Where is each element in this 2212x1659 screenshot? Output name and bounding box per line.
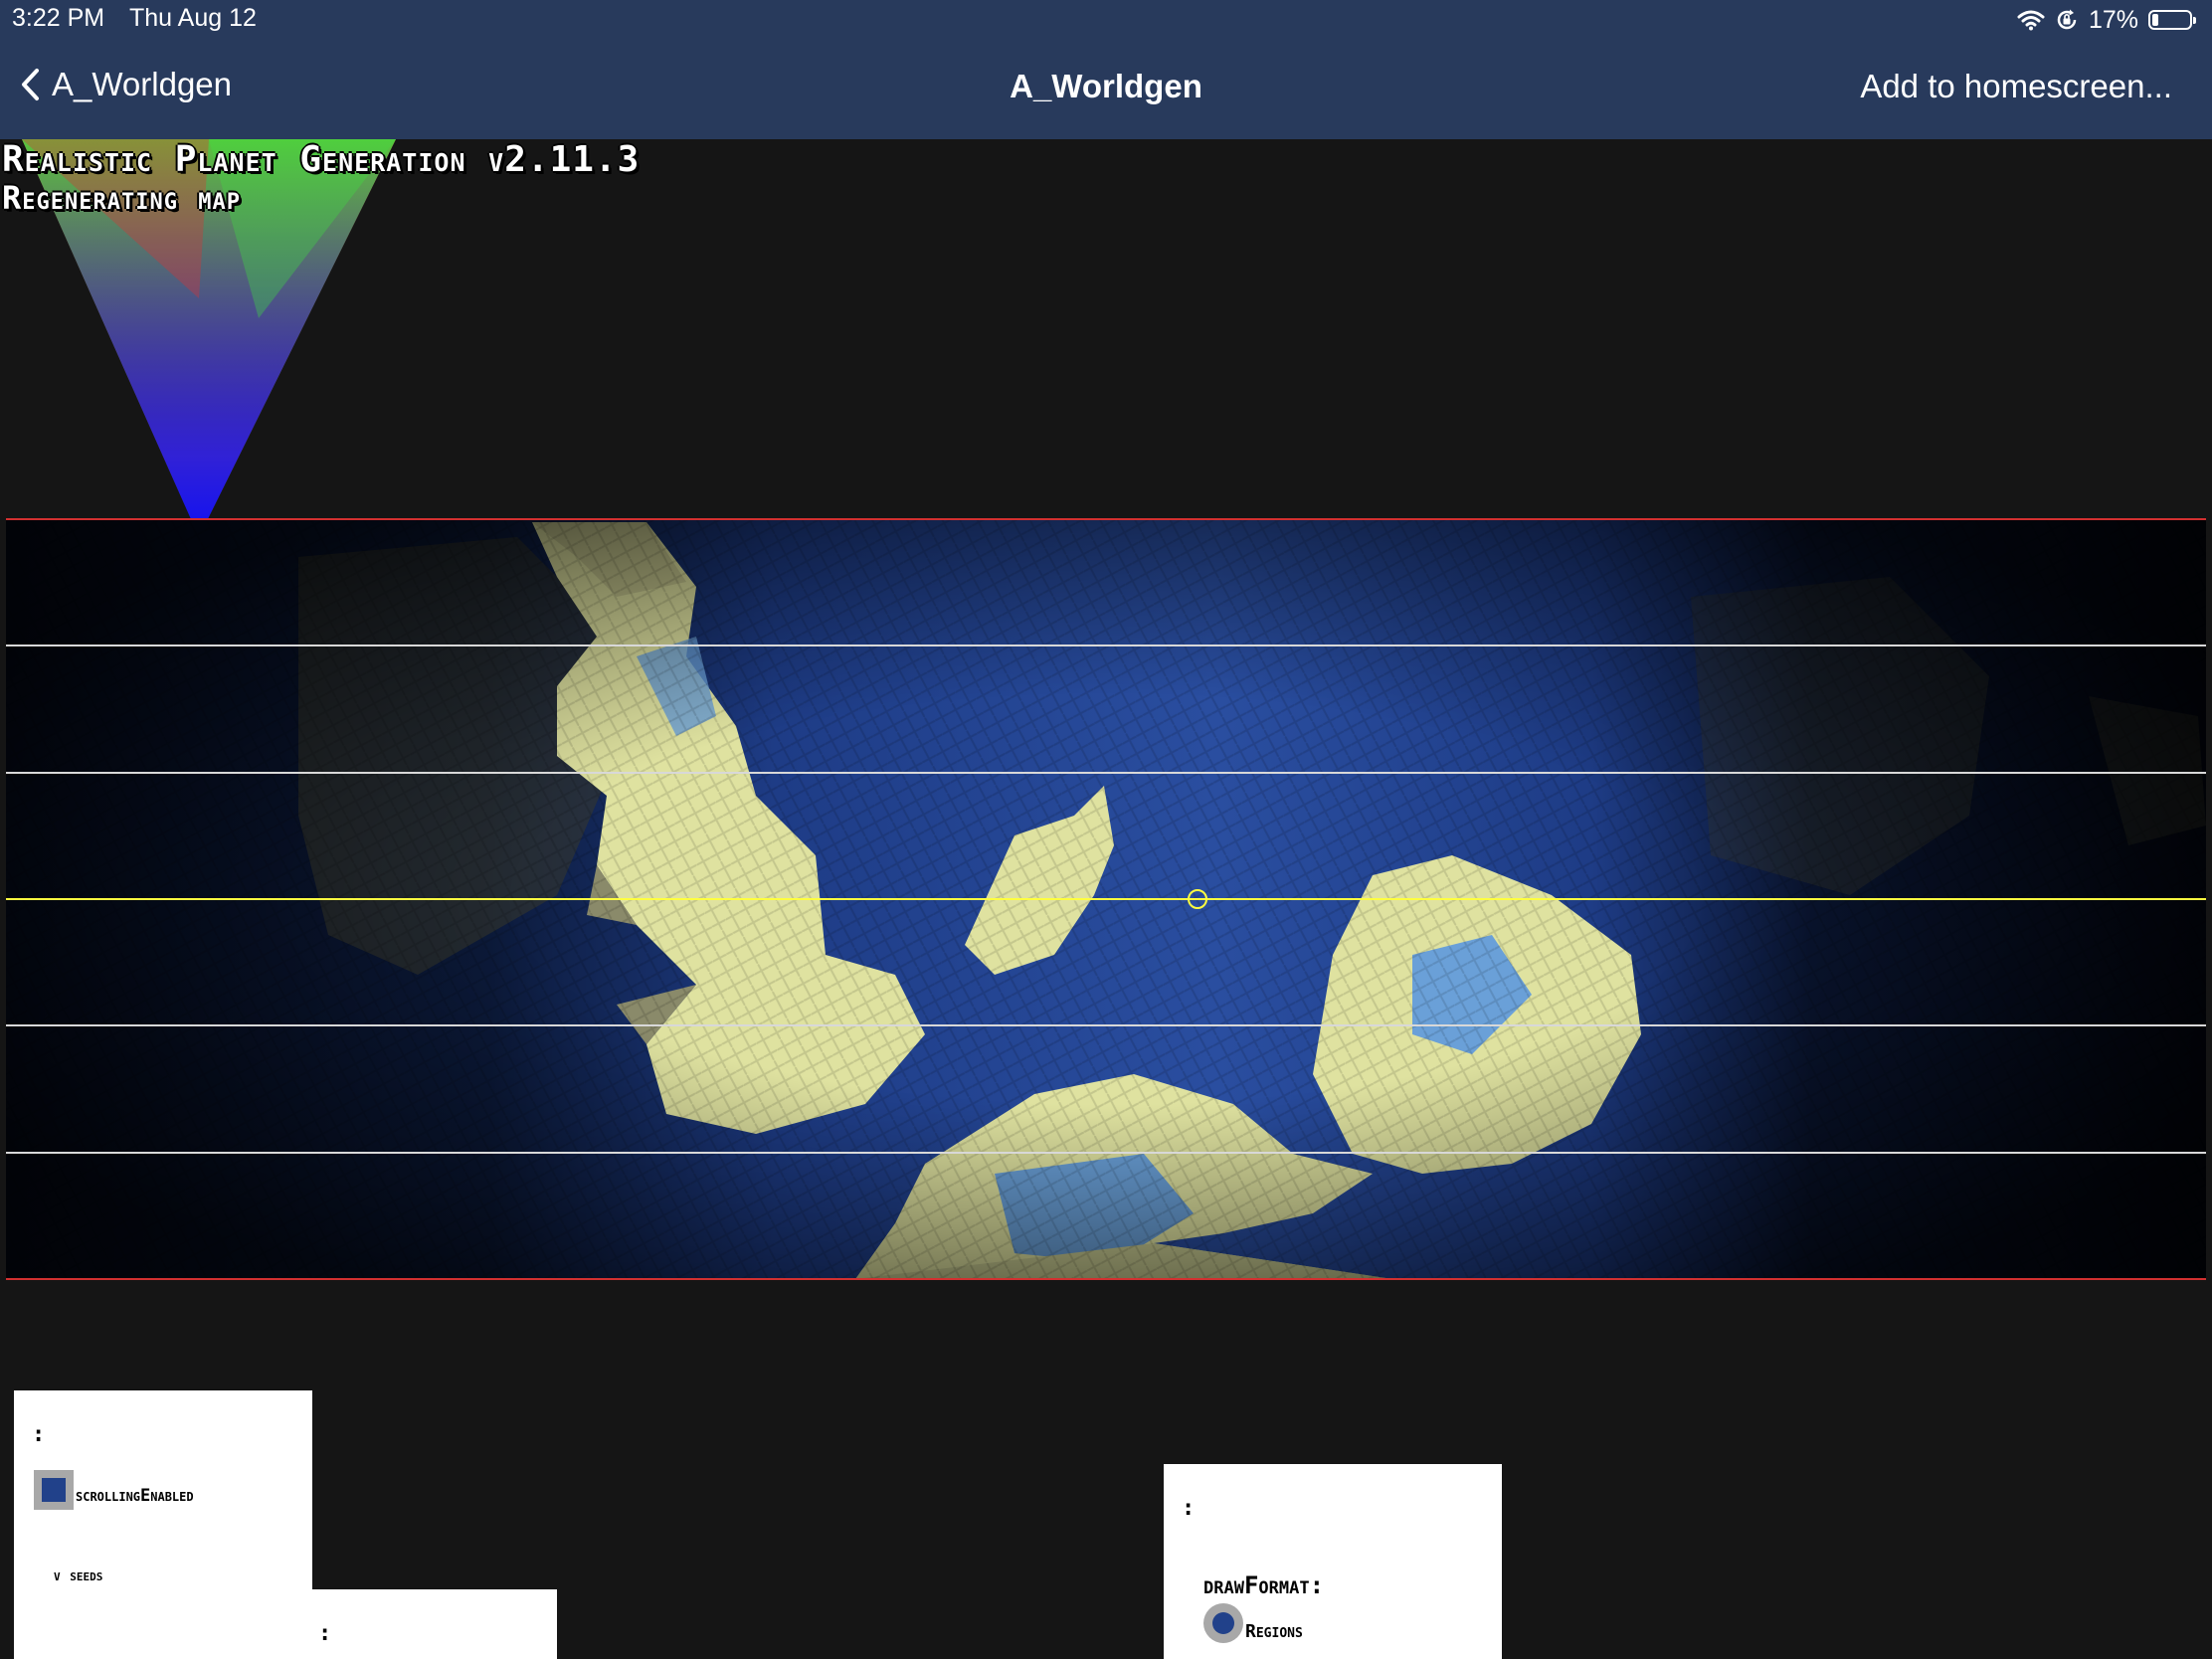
status-indicators: 17% bbox=[2017, 4, 2196, 36]
seeds-toggle[interactable]: v seeds bbox=[54, 1566, 102, 1584]
settings-panel-left: : scrollingEnabled v seeds bbox=[14, 1390, 312, 1659]
battery-icon bbox=[2148, 10, 2196, 30]
draw-format-label: drawFormat: bbox=[1203, 1571, 1325, 1599]
wifi-icon bbox=[2017, 10, 2045, 31]
settings-panel-right: : drawFormat: Regions bbox=[1164, 1464, 1502, 1659]
settings-panel-left-sub: : bbox=[312, 1589, 557, 1659]
regions-label: Regions bbox=[1245, 1621, 1303, 1642]
panel-colon: : bbox=[1182, 1496, 1196, 1521]
battery-percent: 17% bbox=[2088, 5, 2138, 34]
orientation-lock-icon bbox=[2057, 9, 2077, 30]
add-to-homescreen-button[interactable]: Add to homescreen... bbox=[1860, 68, 2172, 105]
checkbox-checked-mark bbox=[42, 1478, 66, 1502]
app-header: 3:22 PM Thu Aug 12 17% A_Worldgen A_Worl… bbox=[0, 0, 2212, 139]
regions-radio[interactable] bbox=[1203, 1603, 1243, 1643]
status-time: 3:22 PM bbox=[12, 4, 105, 32]
world-map-canvas[interactable] bbox=[0, 139, 2212, 1659]
panel-colon: : bbox=[318, 1621, 332, 1646]
generation-status: Regenerating map bbox=[2, 179, 241, 217]
status-date: Thu Aug 12 bbox=[129, 4, 257, 32]
radio-selected-dot bbox=[1212, 1612, 1234, 1634]
scrolling-enabled-checkbox[interactable] bbox=[34, 1470, 74, 1510]
app-version-title: Realistic Planet Generation v2.11.3 bbox=[2, 139, 641, 180]
panel-colon: : bbox=[32, 1422, 46, 1447]
scrolling-enabled-label: scrollingEnabled bbox=[76, 1486, 194, 1506]
